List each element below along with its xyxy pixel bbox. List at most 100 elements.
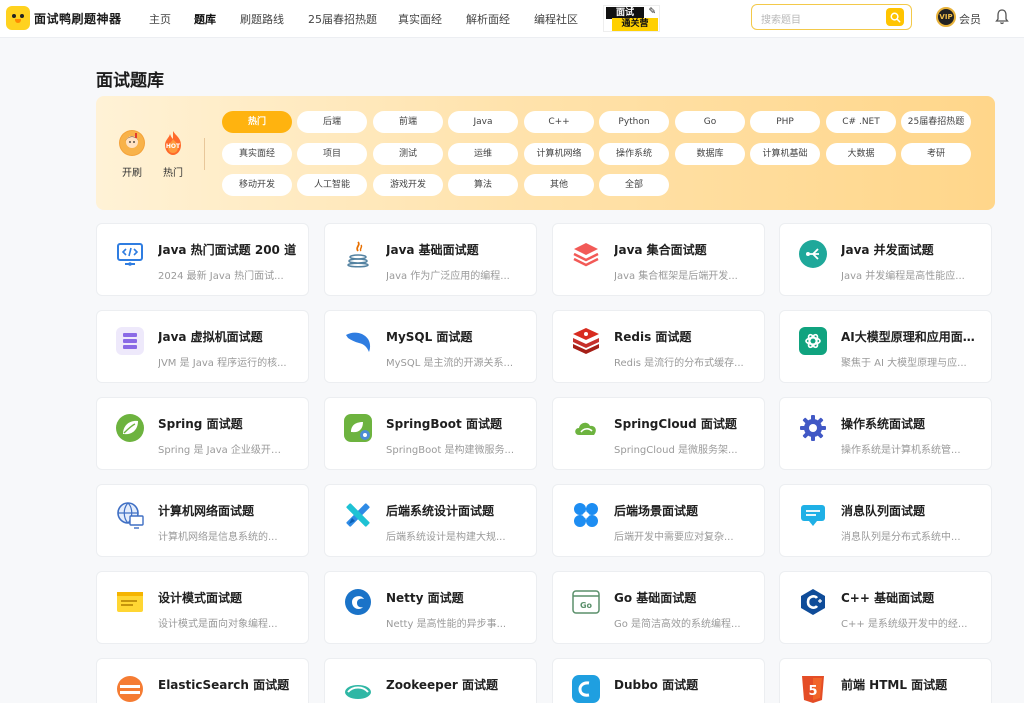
nav-community[interactable]: 编程社区	[534, 0, 578, 38]
filter-tag[interactable]: 算法	[448, 174, 518, 196]
card-description: SpringBoot 是构建微服务...	[386, 441, 518, 456]
question-bank-card[interactable]: Java 并发面试题Java 并发编程是高性能应...	[779, 223, 992, 296]
question-bank-card[interactable]: Java 基础面试题Java 作为广泛应用的编程...	[324, 223, 537, 296]
filter-tag[interactable]: 其他	[524, 174, 594, 196]
filter-tag[interactable]: 运维	[448, 143, 518, 165]
question-bank-card[interactable]: SpringCloud 面试题 SpringCloud 是微服务架...	[552, 397, 765, 470]
filter-tag[interactable]: 计算机基础	[750, 143, 820, 165]
card-description: 聚焦于 AI 大模型原理与应...	[841, 354, 973, 369]
filter-start-practice[interactable]: 开刷	[117, 130, 147, 179]
filter-tag[interactable]: 真实面经	[222, 143, 292, 165]
cpp-icon	[798, 587, 828, 617]
bootcamp-promo[interactable]: 面试 通关营 ✎	[603, 5, 660, 32]
vip-link[interactable]: 会员	[959, 11, 981, 27]
question-bank-card[interactable]: 消息队列面试题消息队列是分布式系统中...	[779, 484, 992, 557]
filter-tag[interactable]: 游戏开发	[373, 174, 443, 196]
question-bank-card[interactable]: SpringBoot 面试题SpringBoot 是构建微服务...	[324, 397, 537, 470]
question-bank-card[interactable]: 设计模式面试题设计模式是面向对象编程...	[96, 571, 309, 644]
filter-tag[interactable]: Java	[448, 111, 518, 133]
card-description: 2024 最新 Java 热门面试...	[158, 267, 290, 282]
card-description: 设计模式是面向对象编程...	[158, 615, 290, 630]
nav-question-bank[interactable]: 题库	[194, 0, 216, 38]
card-description: JVM 是 Java 程序运行的核...	[158, 354, 290, 369]
svg-text:5: 5	[808, 684, 817, 699]
nav-interview-analysis[interactable]: 解析面经	[466, 0, 510, 38]
card-description: SpringCloud 是微服务架...	[614, 441, 746, 456]
question-bank-card[interactable]: Zookeeper 面试题	[324, 658, 537, 703]
card-title: Redis 面试题	[614, 328, 754, 345]
filter-tag[interactable]: 25届春招热题	[901, 111, 971, 133]
filter-tag[interactable]: 考研	[901, 143, 971, 165]
card-description: Spring 是 Java 企业级开发...	[158, 441, 290, 456]
question-bank-card[interactable]: ElasticSearch 面试题	[96, 658, 309, 703]
openai-icon	[798, 326, 828, 356]
search-button[interactable]	[886, 8, 904, 26]
bell-icon[interactable]	[994, 8, 1010, 26]
filter-tag[interactable]: C# .NET	[826, 111, 896, 133]
filter-tag[interactable]: 人工智能	[297, 174, 367, 196]
question-bank-card[interactable]: 操作系统面试题操作系统是计算机系统管...	[779, 397, 992, 470]
site-name: 面试鸭刷题神器	[34, 10, 122, 27]
card-title: 后端系统设计面试题	[386, 502, 526, 519]
filter-tag[interactable]: Go	[675, 111, 745, 133]
filter-tag[interactable]: 前端	[373, 111, 443, 133]
question-bank-card[interactable]: Netty 面试题Netty 是高性能的异步事...	[324, 571, 537, 644]
question-bank-card[interactable]: MySQL 面试题MySQL 是主流的开源关系...	[324, 310, 537, 383]
vip-icon[interactable]: VIP	[936, 7, 956, 27]
card-description: 后端开发中需要应对复杂...	[614, 528, 746, 543]
top-navbar: 面试鸭刷题神器 主页 题库 刷题路线 25届春招热题 真实面经 解析面经 编程社…	[0, 0, 1024, 38]
question-bank-card[interactable]: Java 集合面试题 Java 集合框架是后端开发...	[552, 223, 765, 296]
question-bank-card[interactable]: 后端场景面试题后端开发中需要应对复杂...	[552, 484, 765, 557]
redis-icon	[571, 326, 601, 356]
nav-study-path[interactable]: 刷题路线	[240, 0, 284, 38]
filter-tag[interactable]: 后端	[297, 111, 367, 133]
question-bank-card[interactable]: 计算机网络面试题计算机网络是信息系统的...	[96, 484, 309, 557]
question-bank-card[interactable]: 5前端 HTML 面试题	[779, 658, 992, 703]
filter-tag[interactable]: 操作系统	[599, 143, 669, 165]
question-bank-card[interactable]: GoGo 基础面试题Go 是简洁高效的系统编程...	[552, 571, 765, 644]
filter-tag[interactable]: Python	[599, 111, 669, 133]
site-logo[interactable]: 面试鸭刷题神器	[6, 6, 122, 30]
question-bank-card[interactable]: Spring 面试题 Spring 是 Java 企业级开发...	[96, 397, 309, 470]
server-stack-icon	[115, 326, 145, 356]
nav-real-interviews[interactable]: 真实面经	[398, 0, 442, 38]
card-title: Spring 面试题	[158, 415, 298, 432]
card-title: 计算机网络面试题	[158, 502, 298, 519]
card-title: Netty 面试题	[386, 589, 526, 606]
spring-leaf-icon	[115, 413, 145, 443]
nav-home[interactable]: 主页	[149, 0, 171, 38]
filter-tag[interactable]: 项目	[297, 143, 367, 165]
search-box[interactable]: 搜索题目	[751, 4, 912, 30]
question-bank-card[interactable]: C++ 基础面试题C++ 是系统级开发中的经...	[779, 571, 992, 644]
card-title: Java 并发面试题	[841, 241, 981, 258]
filter-tag[interactable]: 热门	[222, 111, 292, 133]
page-title: 面试题库	[96, 66, 164, 91]
question-bank-card[interactable]: AI大模型原理和应用面试题聚焦于 AI 大模型原理与应...	[779, 310, 992, 383]
nav-spring-hot[interactable]: 25届春招热题	[308, 0, 377, 38]
search-input[interactable]: 搜索题目	[761, 11, 801, 26]
filter-tag[interactable]: 计算机网络	[524, 143, 594, 165]
card-title: 后端场景面试题	[614, 502, 754, 519]
card-title: Java 集合面试题	[614, 241, 754, 258]
filter-tag[interactable]: 大数据	[826, 143, 896, 165]
card-title: 消息队列面试题	[841, 502, 981, 519]
filter-tag[interactable]: 移动开发	[222, 174, 292, 196]
go-icon: Go	[571, 587, 601, 617]
filter-start-label: 开刷	[117, 164, 147, 179]
filter-tag[interactable]: 测试	[373, 143, 443, 165]
card-title: SpringCloud 面试题	[614, 415, 754, 432]
card-description: C++ 是系统级开发中的经...	[841, 615, 973, 630]
question-bank-card[interactable]: Redis 面试题Redis 是流行的分布式缓存...	[552, 310, 765, 383]
question-bank-card[interactable]: Dubbo 面试题	[552, 658, 765, 703]
card-title: Go 基础面试题	[614, 589, 754, 606]
gear-icon	[798, 413, 828, 443]
filter-tag[interactable]: 全部	[599, 174, 669, 196]
filter-tag[interactable]: PHP	[750, 111, 820, 133]
filter-hot[interactable]: HOT 热门	[158, 130, 188, 179]
card-description: Java 集合框架是后端开发...	[614, 267, 746, 282]
question-bank-card[interactable]: 后端系统设计面试题后端系统设计是构建大规...	[324, 484, 537, 557]
filter-tag[interactable]: C++	[524, 111, 594, 133]
question-bank-card[interactable]: Java 虚拟机面试题JVM 是 Java 程序运行的核...	[96, 310, 309, 383]
filter-tag[interactable]: 数据库	[675, 143, 745, 165]
question-bank-card[interactable]: Java 热门面试题 200 道2024 最新 Java 热门面试...	[96, 223, 309, 296]
